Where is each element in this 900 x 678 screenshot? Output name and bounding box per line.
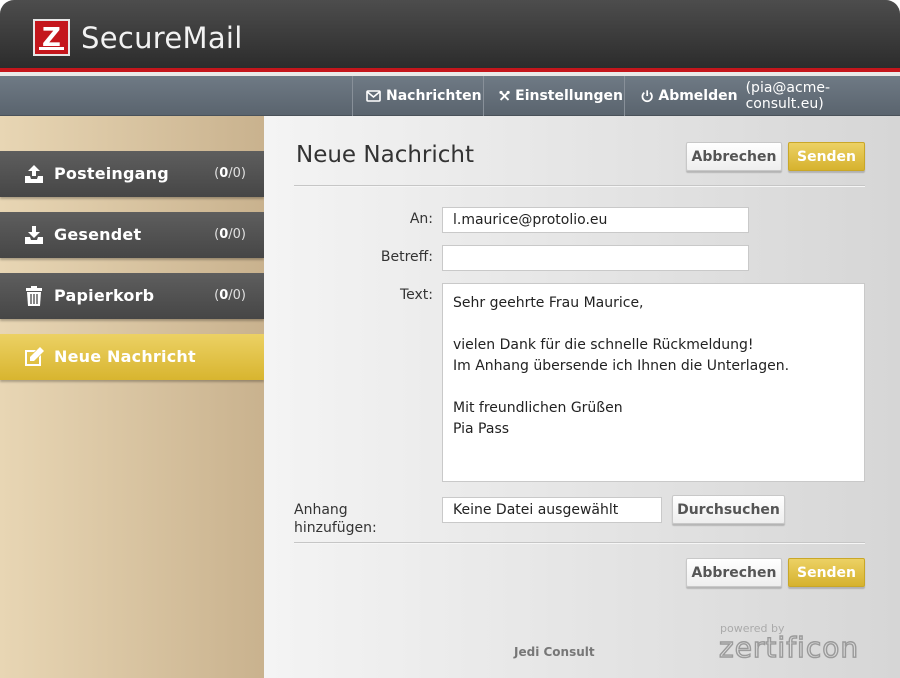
browse-button[interactable]: Durchsuchen: [672, 495, 785, 524]
tools-icon: [499, 90, 510, 101]
header-bar: Z SecureMail: [0, 0, 900, 72]
body-line: vielen Dank für die schnelle Rückmeldung…: [453, 337, 754, 353]
body-line: [453, 377, 854, 398]
sidebar-item-sent[interactable]: Gesendet (0/0): [0, 212, 264, 258]
compose-icon: [25, 347, 44, 366]
power-icon: [641, 90, 653, 103]
message-body-textarea[interactable]: Sehr geehrte Frau Maurice, vielen Dank f…: [442, 283, 865, 482]
app-window: Z SecureMail Nachrichten Einstellungen A…: [0, 0, 900, 678]
envelope-icon: [366, 90, 381, 102]
cancel-button-bottom[interactable]: Abbrechen: [686, 558, 782, 587]
nav-messages-label: Nachrichten: [386, 88, 482, 104]
sidebar-item-inbox[interactable]: Posteingang (0/0): [0, 151, 264, 197]
page-title: Neue Nachricht: [296, 142, 475, 168]
sidebar-item-compose[interactable]: Neue Nachricht: [0, 334, 264, 380]
nav-messages[interactable]: Nachrichten: [352, 76, 482, 116]
send-button-bottom[interactable]: Senden: [788, 558, 865, 587]
body-line: [453, 314, 854, 335]
to-field[interactable]: [442, 207, 749, 233]
inbox-upload-icon: [25, 165, 43, 183]
sidebar-item-label: Posteingang: [54, 164, 169, 183]
trash-icon: [26, 286, 42, 306]
sidebar-item-trash[interactable]: Papierkorb (0/0): [0, 273, 264, 319]
compose-panel: Neue Nachricht Abbrechen Senden An: Betr…: [264, 116, 900, 678]
message-count: (0/0): [214, 288, 246, 303]
body-line: Pia Pass: [453, 421, 510, 437]
app-logo-icon: Z: [33, 19, 70, 56]
nav-settings-label: Einstellungen: [515, 88, 623, 104]
message-count: (0/0): [214, 166, 246, 181]
top-nav: Nachrichten Einstellungen Abmelden (pia@…: [0, 76, 900, 116]
text-label: Text:: [399, 287, 433, 303]
nav-logout[interactable]: Abmelden (pia@acme-consult.eu): [624, 76, 900, 116]
body-line: Im Anhang übersende ich Ihnen die Unterl…: [453, 358, 790, 374]
sent-download-icon: [25, 226, 43, 244]
body-line: Sehr geehrte Frau Maurice,: [453, 295, 644, 311]
sidebar-item-label: Gesendet: [54, 225, 142, 244]
attachment-label: Anhang hinzufügen:: [294, 502, 377, 536]
sidebar-item-label: Neue Nachricht: [54, 347, 196, 366]
to-label: An:: [409, 211, 433, 227]
nav-logout-label: Abmelden: [658, 88, 738, 104]
attachment-filename: Keine Datei ausgewählt: [442, 497, 662, 523]
cancel-button-top[interactable]: Abbrechen: [686, 142, 782, 171]
body-line: Mit freundlichen Grüßen: [453, 400, 623, 416]
user-email: (pia@acme-consult.eu): [745, 80, 830, 112]
message-count: (0/0): [214, 227, 246, 242]
divider: [294, 185, 865, 187]
divider: [294, 542, 865, 544]
footer-brand: Jedi Consult: [514, 645, 595, 659]
sidebar-item-label: Papierkorb: [54, 286, 155, 305]
vendor-logo: zertificon: [718, 630, 860, 664]
sidebar: Posteingang (0/0) Gesendet (0/0) Papierk…: [0, 116, 264, 678]
send-button-top[interactable]: Senden: [788, 142, 865, 171]
subject-label: Betreff:: [380, 249, 433, 265]
nav-settings[interactable]: Einstellungen: [483, 76, 623, 116]
subject-field[interactable]: [442, 245, 749, 271]
app-title: SecureMail: [81, 21, 243, 55]
